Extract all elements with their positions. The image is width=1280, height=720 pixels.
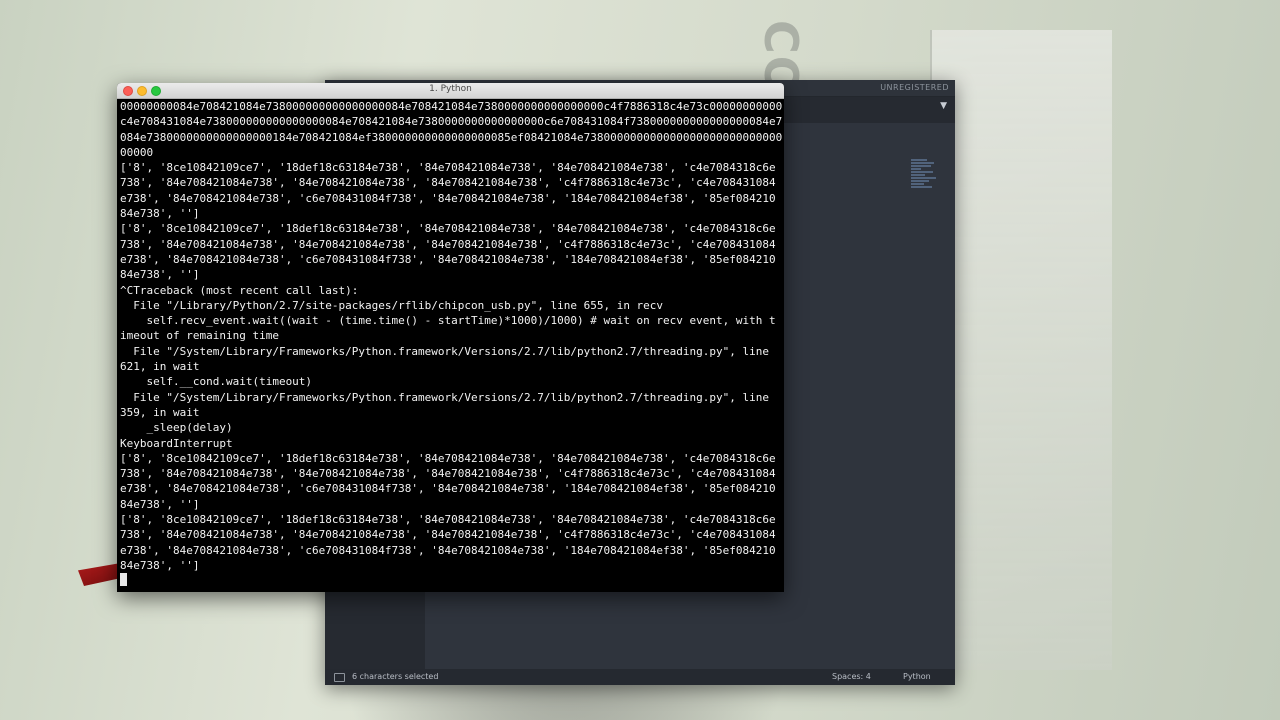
terminal-line: 84e738', ''] xyxy=(120,268,200,282)
terminal-line: ^CTraceback (most recent call last): xyxy=(120,283,359,297)
terminal-output[interactable]: 00000000084e708421084e738000000000000000… xyxy=(120,99,782,589)
terminal-line: 84e738', ''] xyxy=(120,558,200,572)
terminal-prompt-line[interactable] xyxy=(120,573,782,588)
terminal-line: File "/System/Library/Frameworks/Python.… xyxy=(120,390,770,404)
terminal-line: e738', '84e708421084e738', 'c6e708431084… xyxy=(120,543,776,557)
unregistered-label: UNREGISTERED xyxy=(880,83,949,92)
terminal-line: e738', '84e708421084e738', 'c6e708431084… xyxy=(120,482,776,496)
terminal-title: 1. Python xyxy=(429,84,472,94)
terminal-line: e738', '84e708421084e738', 'c6e708431084… xyxy=(120,252,776,266)
terminal-line: 84e738', ''] xyxy=(120,207,200,221)
text-cursor xyxy=(120,573,127,587)
indentation-setting[interactable]: Spaces: 4 xyxy=(832,669,871,685)
terminal-line: _sleep(delay) xyxy=(120,421,233,435)
terminal-line: 738', '84e708421084e738', '84e708421084e… xyxy=(120,237,776,251)
terminal-line: self.__cond.wait(timeout) xyxy=(120,375,313,389)
terminal-line: KeyboardInterrupt xyxy=(120,436,233,450)
minimap[interactable] xyxy=(911,159,937,195)
terminal-line: ['8', '8ce10842109ce7', '18def18c63184e7… xyxy=(120,513,776,527)
syntax-setting[interactable]: Python xyxy=(903,669,931,685)
editor-status-bar: 6 characters selected Spaces: 4 Python xyxy=(325,669,955,685)
terminal-line: self.recv_event.wait((wait - (time.time(… xyxy=(120,314,776,328)
terminal-line: 738', '84e708421084e738', '84e708421084e… xyxy=(120,528,776,542)
terminal-line: c4e708431084e738000000000000000084e70842… xyxy=(120,115,782,129)
terminal-line: imeout of remaining time xyxy=(120,329,279,343)
terminal-line: e738', '84e708421084e738', 'c6e708431084… xyxy=(120,191,776,205)
terminal-titlebar[interactable]: 1. Python xyxy=(117,83,784,99)
terminal-line: 738', '84e708421084e738', '84e708421084e… xyxy=(120,176,776,190)
terminal-line: File "/System/Library/Frameworks/Python.… xyxy=(120,344,770,358)
triangle-down-icon[interactable]: ▼ xyxy=(940,101,947,111)
terminal-window[interactable]: 1. Python 00000000084e708421084e73800000… xyxy=(117,83,784,592)
terminal-line: 738', '84e708421084e738', '84e708421084e… xyxy=(120,467,776,481)
terminal-line: 00000 xyxy=(120,145,154,159)
terminal-line: ['8', '8ce10842109ce7', '18def18c63184e7… xyxy=(120,222,776,236)
terminal-line: ['8', '8ce10842109ce7', '18def18c63184e7… xyxy=(120,161,776,175)
terminal-line: 621, in wait xyxy=(120,360,200,374)
wallpaper-door xyxy=(930,30,1112,670)
panel-toggle-icon[interactable] xyxy=(334,673,345,682)
terminal-line: 00000000084e708421084e738000000000000000… xyxy=(120,100,782,113)
terminal-line: 84e738', ''] xyxy=(120,497,200,511)
terminal-line: File "/Library/Python/2.7/site-packages/… xyxy=(120,298,664,312)
terminal-line: ['8', '8ce10842109ce7', '18def18c63184e7… xyxy=(120,451,776,465)
terminal-line: 359, in wait xyxy=(120,405,200,419)
terminal-line: 084e7380000000000000000184e708421084ef38… xyxy=(120,130,782,144)
selection-status: 6 characters selected xyxy=(352,672,439,681)
